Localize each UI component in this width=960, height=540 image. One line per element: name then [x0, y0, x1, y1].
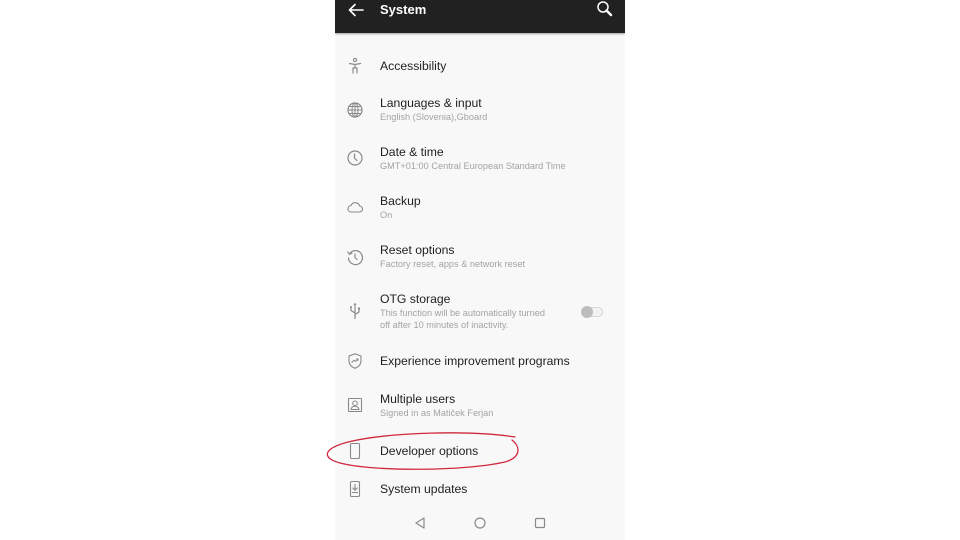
search-icon: [597, 1, 613, 17]
settings-item-multiple-users[interactable]: Multiple users Signed in as Matiček Ferj…: [335, 387, 625, 427]
search-button[interactable]: [595, 0, 615, 20]
settings-item-summary: off after 10 minutes of inactivity.: [380, 320, 509, 330]
otg-storage-toggle[interactable]: [581, 306, 605, 318]
settings-item-label: Experience improvement programs: [380, 354, 570, 368]
history-icon: [347, 250, 364, 266]
nav-back-button[interactable]: [413, 516, 427, 530]
settings-item-label: Date & time: [380, 145, 444, 159]
clock-icon: [347, 150, 363, 166]
phone-screen: System Accessibility Languages & input E…: [335, 0, 625, 540]
settings-item-label: OTG storage: [380, 292, 451, 306]
settings-item-date-time[interactable]: Date & time GMT+01:00 Central European S…: [335, 140, 625, 180]
settings-item-summary: GMT+01:00 Central European Standard Time: [380, 161, 566, 171]
toggle-thumb: [581, 306, 593, 318]
accessibility-icon: [348, 57, 362, 74]
settings-item-reset-options[interactable]: Reset options Factory reset, apps & netw…: [335, 238, 625, 278]
settings-item-label: Backup: [380, 194, 421, 208]
settings-item-summary: On: [380, 210, 393, 220]
settings-item-languages[interactable]: Languages & input English (Slovenia),Gbo…: [335, 91, 625, 131]
nav-back-icon: [415, 517, 425, 529]
settings-item-summary: Signed in as Matiček Ferjan: [380, 408, 494, 418]
settings-item-accessibility[interactable]: Accessibility: [335, 48, 625, 84]
user-box-icon: [347, 397, 363, 413]
nav-recents-button[interactable]: [533, 516, 547, 530]
navigation-bar: [335, 508, 625, 538]
system-update-icon: [349, 480, 361, 498]
settings-item-summary: English (Slovenia),Gboard: [380, 112, 488, 122]
settings-item-label: Multiple users: [380, 392, 456, 406]
settings-item-developer-options[interactable]: Developer options: [335, 435, 625, 469]
settings-item-summary: Factory reset, apps & network reset: [380, 259, 526, 269]
settings-item-label: Reset options: [380, 243, 455, 257]
settings-item-label: Developer options: [380, 444, 479, 458]
nav-home-button[interactable]: [473, 516, 487, 530]
settings-item-backup[interactable]: Backup On: [335, 189, 625, 229]
phone-outline-icon: [349, 442, 361, 460]
back-button[interactable]: [345, 0, 367, 20]
settings-item-system-updates[interactable]: System updates: [335, 474, 625, 508]
globe-icon: [347, 102, 363, 118]
settings-item-label: Languages & input: [380, 96, 482, 110]
cloud-icon: [347, 202, 363, 213]
usb-icon: [350, 302, 360, 320]
settings-item-otg-storage[interactable]: OTG storage This function will be automa…: [335, 287, 625, 337]
app-bar: System: [335, 0, 625, 33]
settings-item-summary: This function will be automatically turn…: [380, 308, 545, 318]
shield-trending-icon: [348, 353, 362, 369]
nav-home-icon: [474, 517, 486, 529]
settings-item-experience-improvement[interactable]: Experience improvement programs: [335, 345, 625, 379]
nav-recents-icon: [534, 517, 546, 529]
arrow-back-icon: [348, 3, 364, 17]
page-title: System: [380, 2, 427, 17]
settings-item-label: System updates: [380, 482, 468, 496]
settings-item-label: Accessibility: [380, 59, 447, 73]
